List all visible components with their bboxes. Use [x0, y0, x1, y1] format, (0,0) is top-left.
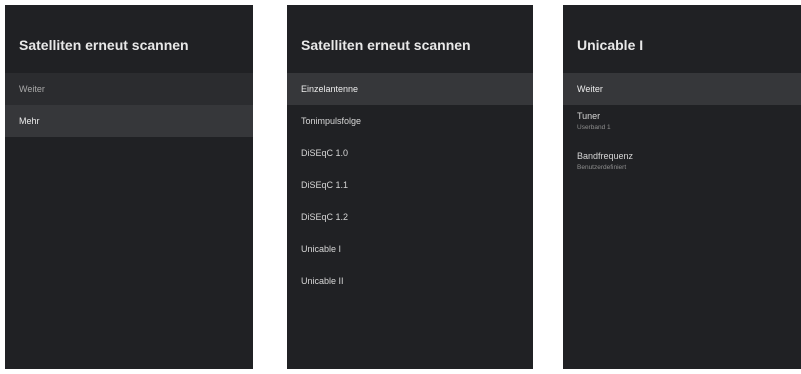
menu-list: Weiter Tuner Userband 1 Bandfrequenz Ben…	[563, 73, 801, 185]
menu-item-unicable-1[interactable]: Unicable I	[287, 233, 533, 265]
tuner-value: Userband 1	[577, 124, 611, 131]
menu-item-tonimpulsfolge[interactable]: Tonimpulsfolge	[287, 105, 533, 137]
antenna-type-panel: Satelliten erneut scannen Einzelantenne …	[287, 5, 533, 369]
menu-item-diseqc-1-0[interactable]: DiSEqC 1.0	[287, 137, 533, 169]
bandfrequenz-value: Benutzerdefiniert	[577, 164, 627, 171]
menu-item-weiter[interactable]: Weiter	[563, 73, 801, 105]
menu-list: Einzelantenne Tonimpulsfolge DiSEqC 1.0 …	[287, 73, 533, 297]
panel-title: Unicable I	[577, 37, 644, 53]
menu-item-bandfrequenz[interactable]: Bandfrequenz Benutzerdefiniert	[563, 145, 801, 185]
menu-item-mehr[interactable]: Mehr	[5, 105, 253, 137]
menu-item-unicable-2[interactable]: Unicable II	[287, 265, 533, 297]
menu-list: Weiter Mehr	[5, 73, 253, 137]
tuner-label: Tuner	[577, 111, 601, 121]
menu-item-einzelantenne[interactable]: Einzelantenne	[287, 73, 533, 105]
panel-title: Satelliten erneut scannen	[301, 37, 471, 53]
menu-item-tuner[interactable]: Tuner Userband 1	[563, 105, 801, 145]
menu-item-diseqc-1-2[interactable]: DiSEqC 1.2	[287, 201, 533, 233]
menu-item-diseqc-1-1[interactable]: DiSEqC 1.1	[287, 169, 533, 201]
unicable-settings-panel: Unicable I Weiter Tuner Userband 1 Bandf…	[563, 5, 801, 369]
menu-item-weiter[interactable]: Weiter	[5, 73, 253, 105]
bandfrequenz-label: Bandfrequenz	[577, 151, 634, 161]
panel-title: Satelliten erneut scannen	[19, 37, 189, 53]
satellite-rescan-panel: Satelliten erneut scannen Weiter Mehr	[5, 5, 253, 369]
